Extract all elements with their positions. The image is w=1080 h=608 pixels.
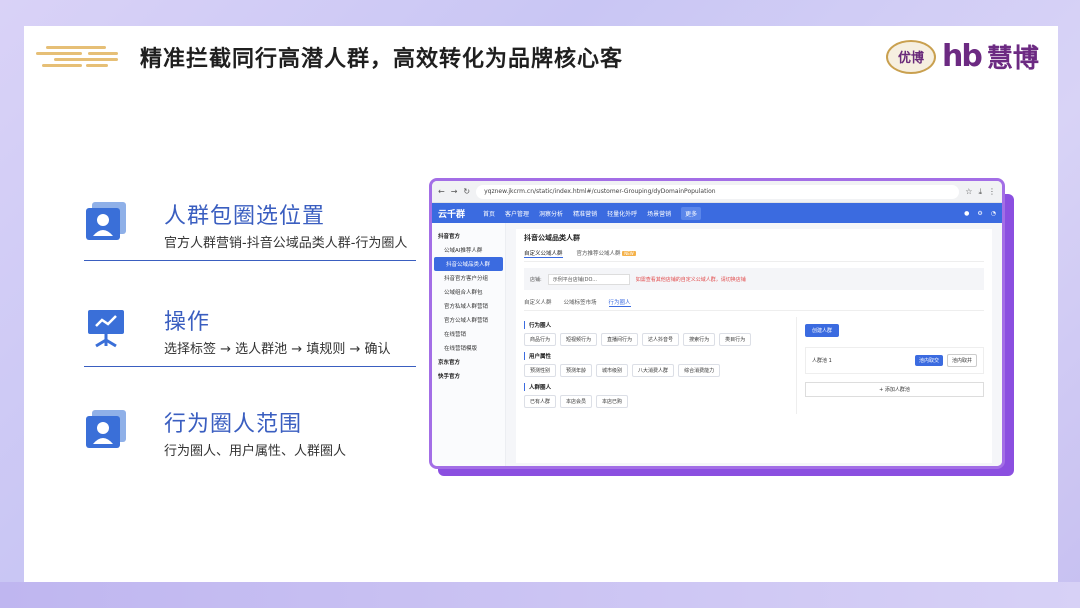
tag-chip[interactable]: 短视频行为 — [560, 333, 598, 346]
feature-title: 操作 — [164, 310, 211, 335]
section-title: 人群圈人 — [524, 383, 788, 391]
huibo-logo: 慧博 — [986, 44, 1039, 74]
youbo-logo: 优博 — [886, 39, 936, 74]
user-card-icon — [86, 202, 126, 240]
section-title: 用户属性 — [524, 352, 788, 360]
feature-desc: 选择标签 → 选人群池 → 填规则 → 确认 — [164, 342, 391, 357]
tag-chip[interactable]: 直播间行为 — [601, 333, 639, 346]
download-icon[interactable]: ⤓ — [978, 187, 982, 197]
chip-group: 已有人群 本店会员 本店已购 — [524, 395, 788, 408]
title-decoration-icon — [36, 40, 124, 74]
tag-chip[interactable]: 商品行为 — [524, 333, 557, 346]
warning-text: 如需查看其他店铺的自定义公域人群，请切换店铺 — [635, 276, 746, 283]
bell-icon[interactable]: ◔ — [991, 210, 996, 217]
create-crowd-button[interactable]: 创建人群 — [805, 324, 840, 337]
bottom-decoration — [0, 582, 1080, 608]
tab-custom-crowd[interactable]: 自定义人群 — [524, 298, 552, 307]
back-icon[interactable]: ← — [438, 187, 445, 196]
sidebar-item[interactable]: 快手官方 — [432, 369, 505, 383]
tab-official-label[interactable]: 官方推荐公域人群 — [577, 251, 621, 257]
sidebar-item[interactable]: 京东官方 — [432, 355, 505, 369]
sidebar-item[interactable]: 在线营销 — [432, 327, 505, 341]
nav-item[interactable]: 首页 — [483, 209, 495, 218]
hb-logo: hb — [942, 39, 983, 74]
forward-icon[interactable]: → — [451, 187, 458, 196]
tag-chip[interactable]: 本店会员 — [560, 395, 593, 408]
feature-title: 人群包圈选位置 — [164, 204, 326, 229]
app-logo: 云千群 — [438, 209, 466, 220]
sidebar-item[interactable]: 抖音官方客户分组 — [432, 271, 505, 285]
user-card-icon — [86, 410, 126, 448]
sidebar-item[interactable]: 在线营销模版 — [432, 341, 505, 355]
nav-right-icons: ● ⚙ ◔ — [964, 210, 996, 217]
store-label: 店铺: — [530, 276, 542, 283]
page-title: 精准拦截同行高潜人群，高效转化为品牌核心客 — [140, 47, 624, 72]
main-title: 抖音公域品类人群 — [524, 234, 580, 242]
sidebar-item[interactable]: 抖音官方 — [432, 229, 505, 243]
tag-chip[interactable]: 类目行为 — [719, 333, 752, 346]
chip-group: 预测性别 预测年龄 城市级别 八大消费人群 综合消费能力 — [524, 364, 788, 377]
tab-behavior[interactable]: 行为圈人 — [608, 298, 631, 307]
pool-label: 人群池 1 — [812, 358, 832, 364]
title-row: 精准拦截同行高潜人群，高效转化为品牌核心客 — [36, 40, 623, 74]
content-columns: 行为圈人商品行为 短视频行为 直播间行为 达人抖音号 搜索行为 类目行为用户属性预测性别预… — [524, 317, 984, 414]
nav-item[interactable]: 客户管理 — [505, 209, 529, 218]
tag-chip[interactable]: 本店已购 — [596, 395, 629, 408]
nav-more[interactable]: 更多 — [681, 206, 702, 220]
sidebar-item[interactable]: 官方私域人群营销 — [432, 299, 505, 313]
main-panel: 抖音公域品类人群 自定义公域人群 官方推荐公域人群 NEW 店铺: 示例平台店铺… — [516, 229, 992, 463]
tag-chip[interactable]: 搜索行为 — [683, 333, 716, 346]
feature-title: 行为圈人范围 — [164, 412, 303, 437]
tab-official[interactable]: 官方推荐公域人群 NEW — [577, 249, 636, 258]
tag-chip[interactable]: 综合消费能力 — [678, 364, 721, 377]
store-row: 店铺: 示例平台店铺(DO... 如需查看其他店铺的自定义公域人群，请切换店铺 — [524, 268, 984, 290]
crowd-pool: 人群池 1 池内取交 池内取并 — [805, 347, 984, 374]
app-body: 抖音官方 公域AI推荐人群 抖音公域品类人群 抖音官方客户分组 公域组合人群包 官方私域人… — [432, 223, 1002, 466]
address-bar[interactable]: yqznew.jkcrm.cn/static/index.html#/custo… — [476, 184, 960, 199]
divider — [84, 260, 416, 261]
sidebar-item[interactable]: 官方公域人群营销 — [432, 313, 505, 327]
tab-tag-market[interactable]: 公域标签市场 — [564, 298, 597, 307]
tag-chip[interactable]: 城市级别 — [596, 364, 629, 377]
browser-screenshot: ← → ↻ yqznew.jkcrm.cn/static/index.html#… — [429, 178, 1005, 469]
feature-desc: 官方人群营销-抖音公域品类人群-行为圈人 — [164, 236, 408, 251]
divider — [84, 366, 416, 367]
add-pool-button[interactable]: + 添加人群池 — [805, 382, 984, 397]
pool-union-button[interactable]: 池内取并 — [946, 354, 977, 367]
brand-logos: 优博 hb 慧博 — [886, 38, 1039, 75]
reload-icon[interactable]: ↻ — [463, 187, 470, 196]
tag-chip[interactable]: 已有人群 — [524, 395, 557, 408]
tag-chip[interactable]: 预测性别 — [524, 364, 557, 377]
tag-chip[interactable]: 预测年龄 — [560, 364, 593, 377]
new-badge: NEW — [622, 251, 636, 256]
top-tabs: 自定义公域人群 官方推荐公域人群 NEW — [524, 249, 984, 262]
tab-custom[interactable]: 自定义公域人群 — [524, 249, 563, 258]
section-title: 行为圈人 — [524, 321, 788, 329]
presentation-board-icon — [88, 310, 124, 348]
sidebar-item[interactable]: 抖音公域品类人群 — [434, 257, 503, 271]
main-area: 抖音公域品类人群 自定义公域人群 官方推荐公域人群 NEW 店铺: 示例平台店铺… — [506, 223, 1002, 466]
tag-chip[interactable]: 达人抖音号 — [642, 333, 680, 346]
star-icon[interactable]: ☆ — [965, 187, 972, 196]
sidebar-item[interactable]: 公域组合人群包 — [432, 285, 505, 299]
store-select[interactable]: 示例平台店铺(DO... — [547, 273, 630, 285]
pool-intersect-button[interactable]: 池内取交 — [914, 355, 943, 366]
app-navbar: 云千群 首页 客户管理 洞察分析 精准营销 轻量化外呼 场景营销 更多 ● ⚙ … — [432, 203, 1002, 223]
menu-icon[interactable]: ⋮ — [988, 187, 996, 196]
nav-item[interactable]: 轻量化外呼 — [607, 209, 637, 218]
crowd-pool-column: 创建人群 人群池 1 池内取交 池内取并 + 添加人群池 — [796, 317, 984, 414]
tag-sections: 行为圈人商品行为 短视频行为 直播间行为 达人抖音号 搜索行为 类目行为用户属性预测性别预… — [524, 317, 788, 414]
browser-toolbar: ← → ↻ yqznew.jkcrm.cn/static/index.html#… — [432, 181, 1002, 203]
nav-item[interactable]: 洞察分析 — [539, 209, 563, 218]
avatar[interactable]: ● — [964, 210, 969, 217]
sidebar: 抖音官方 公域AI推荐人群 抖音公域品类人群 抖音官方客户分组 公域组合人群包 官方私域人… — [432, 223, 506, 466]
nav-item[interactable]: 精准营销 — [573, 209, 597, 218]
tag-chip[interactable]: 八大消费人群 — [632, 364, 675, 377]
settings-icon[interactable]: ⚙ — [977, 210, 982, 217]
sidebar-item[interactable]: 公域AI推荐人群 — [432, 243, 505, 257]
chip-group: 商品行为 短视频行为 直播间行为 达人抖音号 搜索行为 类目行为 — [524, 333, 788, 346]
feature-desc: 行为圈人、用户属性、人群圈人 — [164, 444, 347, 459]
nav-item[interactable]: 场景营销 — [647, 209, 671, 218]
inner-tabs: 自定义人群 公域标签市场 行为圈人 — [524, 298, 984, 311]
